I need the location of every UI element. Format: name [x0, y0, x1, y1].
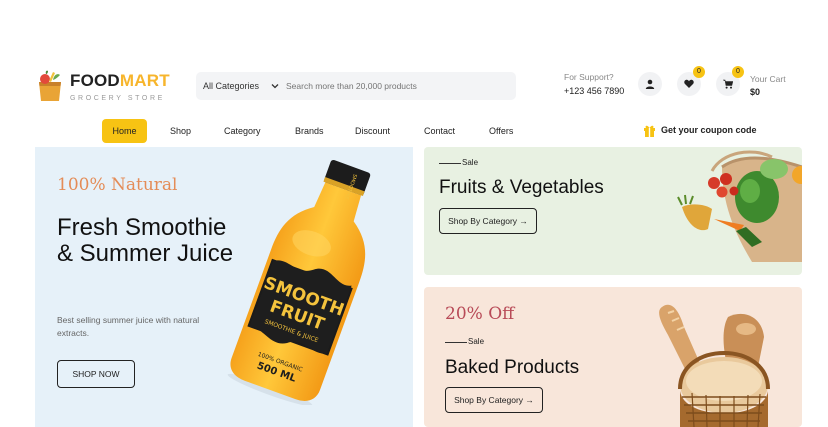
sale-label: Sale: [439, 158, 478, 167]
hero-description: Best selling summer juice with natural e…: [57, 315, 200, 338]
grocery-bag-icon: [39, 70, 61, 101]
coupon-label: Get your coupon code: [661, 125, 757, 135]
search-bar: All Categories: [196, 72, 516, 100]
promo-card-baked: 20% Off Sale Baked Products Shop By Cate…: [424, 287, 802, 427]
juice-bottle-image: SMOOTH FRUIT SMOOTHIE & JUICE 100% ORGAN…: [227, 159, 371, 405]
nav-offers[interactable]: Offers: [489, 119, 513, 143]
account-button[interactable]: [638, 72, 662, 96]
main-nav: Home Shop Category Brands Discount Conta…: [0, 119, 828, 143]
cart-count-badge: 0: [732, 66, 744, 78]
cart-icon: [723, 79, 733, 89]
shop-now-button[interactable]: SHOP NOW: [57, 360, 135, 388]
nav-category[interactable]: Category: [224, 119, 261, 143]
brand-tagline: GROCERY STORE: [70, 95, 165, 102]
hero-banner: 100% Natural Fresh Smoothie & Summer Jui…: [35, 147, 413, 427]
nav-home[interactable]: Home: [102, 119, 147, 143]
promo-title: Baked Products: [445, 357, 580, 378]
nav-shop[interactable]: Shop: [170, 119, 191, 143]
bread-basket-image: [659, 304, 770, 427]
user-icon: [645, 79, 655, 89]
vegetable-bag-image: [677, 150, 802, 262]
chevron-down-icon[interactable]: [271, 82, 279, 90]
brand-name: FOODMART: [70, 71, 170, 90]
hero-tag: 100% Natural: [57, 175, 178, 195]
hero-title: Fresh Smoothie & Summer Juice: [57, 214, 234, 267]
wishlist-count-badge: 0: [693, 66, 705, 78]
cart-button[interactable]: 0: [716, 66, 744, 96]
heart-icon: [684, 79, 694, 88]
promo-title: Fruits & Vegetables: [439, 177, 604, 198]
cart-summary[interactable]: Your Cart $0: [750, 74, 786, 97]
site-header: FOODMART GROCERY STORE All Categories Fo…: [0, 62, 828, 110]
support-contact: For Support? +123 456 7890: [564, 72, 624, 96]
discount-label: 20% Off: [445, 304, 515, 324]
cart-label: Your Cart: [750, 74, 786, 84]
category-select[interactable]: All Categories: [203, 72, 259, 100]
nav-discount[interactable]: Discount: [355, 119, 390, 143]
search-input[interactable]: [286, 72, 506, 100]
sale-label: Sale: [445, 337, 484, 346]
nav-contact[interactable]: Contact: [424, 119, 455, 143]
support-phone[interactable]: +123 456 7890: [564, 86, 624, 96]
promo-card-fruits: Sale Fruits & Vegetables Shop By Categor…: [424, 147, 802, 275]
support-label: For Support?: [564, 72, 614, 82]
brand-logo[interactable]: FOODMART GROCERY STORE: [36, 68, 171, 108]
cart-total: $0: [750, 87, 761, 97]
gift-icon: [644, 125, 655, 137]
nav-brands[interactable]: Brands: [295, 119, 324, 143]
wishlist-button[interactable]: 0: [677, 66, 705, 96]
shop-by-category-button[interactable]: Shop By Category →: [439, 208, 537, 234]
shop-by-category-button[interactable]: Shop By Category →: [445, 387, 543, 413]
